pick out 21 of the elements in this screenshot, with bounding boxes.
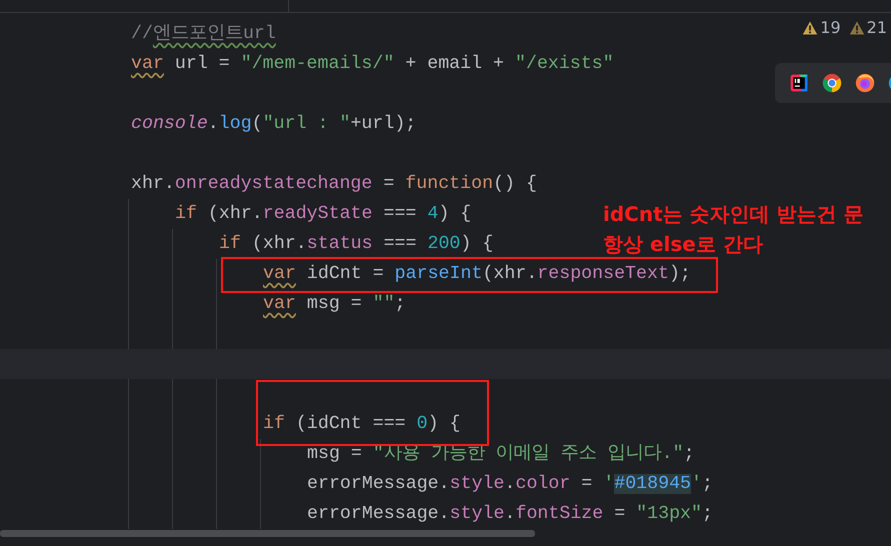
warning-count[interactable]: 21 (866, 18, 887, 37)
code-line: if (idCnt === 0) { (263, 414, 461, 434)
ide-icon[interactable] (789, 73, 809, 93)
code-line: var url = "/mem-emails/" + email + "/exists" (131, 54, 614, 74)
warning-icon[interactable] (802, 20, 818, 36)
code-line: var idCnt = parseInt(xhr.responseText); (263, 264, 691, 284)
code-line: errorMessage.style.color = '#018945'; (307, 474, 713, 494)
code-line: var msg = ""; (263, 294, 406, 314)
warning-count[interactable]: 19 (820, 18, 841, 37)
annotation-text: 항상 else로 간다 (603, 231, 763, 258)
code-line: if (xhr.readyState === 4) { (175, 204, 472, 224)
code-line: //엔드포인트url (131, 24, 276, 44)
code-line: xhr.onreadystatechange = function() { (131, 174, 537, 194)
browser-icon[interactable] (855, 73, 875, 93)
code-line: if (xhr.status === 200) { (219, 234, 494, 254)
warning-icon[interactable] (848, 20, 865, 36)
code-line: console.log("url : "+url); (131, 114, 416, 134)
code-line: errorMessage.style.fontSize = "13px"; (307, 504, 713, 524)
scrollbar[interactable] (0, 530, 535, 537)
browser-icon[interactable] (822, 73, 842, 93)
annotation-text: idCnt는 숫자인데 받는건 문 (603, 201, 864, 228)
